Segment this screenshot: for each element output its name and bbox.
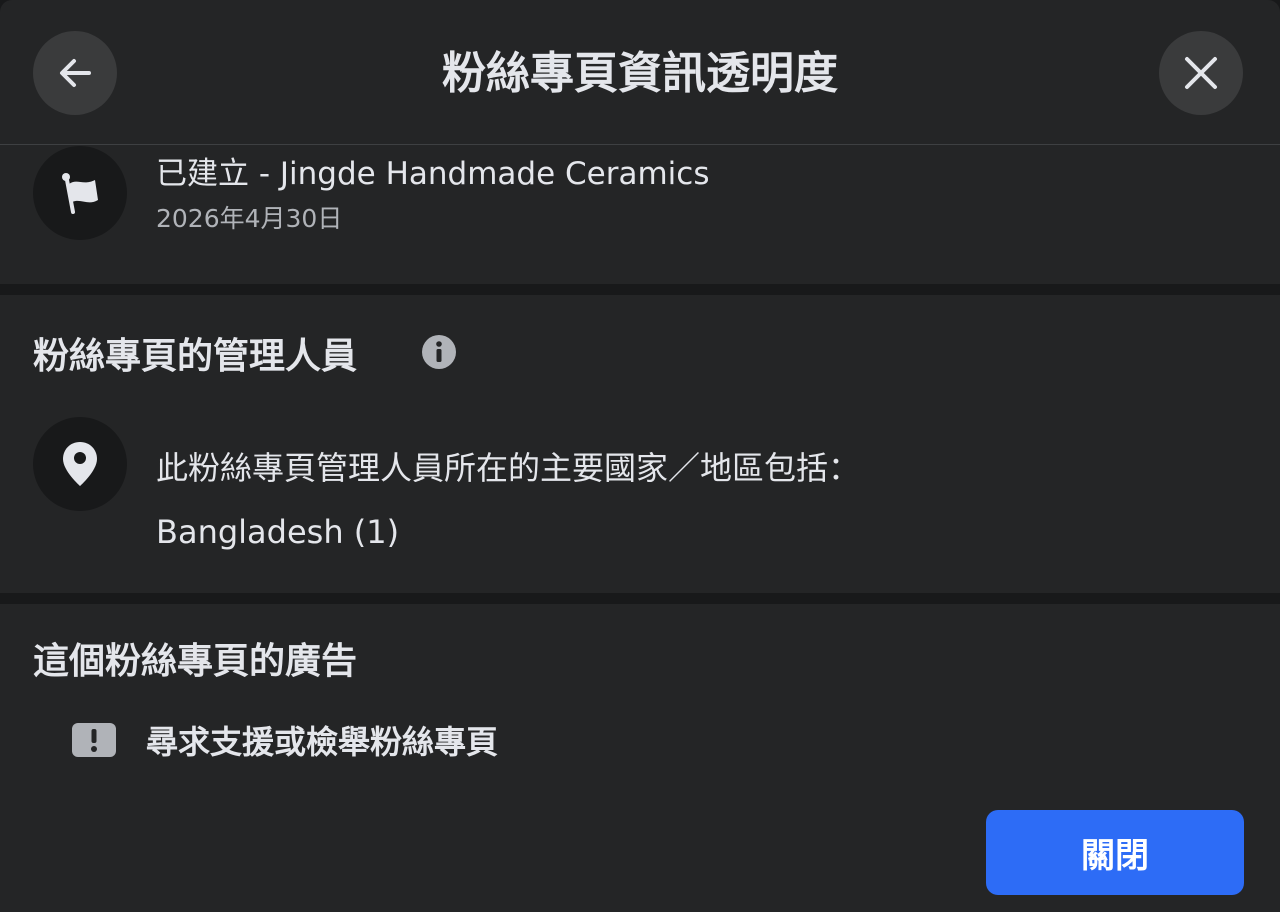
admins-heading: 粉絲專頁的管理人員	[33, 336, 358, 377]
location-pin-icon	[63, 442, 97, 486]
arrow-left-icon	[60, 59, 91, 87]
close-button[interactable]	[1159, 31, 1243, 115]
admins-description: 此粉絲專頁管理人員所在的主要國家／地區包括：	[156, 449, 861, 487]
flag-icon-circle	[33, 146, 127, 240]
section-divider	[0, 284, 1280, 295]
page-transparency-dialog: 粉絲專頁資訊透明度 已建立 - Jingde Handmade Ceramics…	[0, 0, 1280, 912]
ads-heading: 這個粉絲專頁的廣告	[33, 641, 358, 682]
section-divider	[0, 593, 1280, 604]
flag-icon	[62, 173, 98, 214]
location-icon-circle	[33, 417, 127, 511]
admins-country: Bangladesh (1)	[156, 513, 400, 551]
exclamation-icon	[72, 723, 116, 757]
close-icon	[1185, 57, 1217, 89]
info-icon[interactable]	[421, 334, 457, 370]
dialog-header: 粉絲專頁資訊透明度	[0, 0, 1280, 145]
created-title: 已建立 - Jingde Handmade Ceramics	[156, 156, 710, 192]
back-button[interactable]	[33, 31, 117, 115]
created-date: 2026年4月30日	[156, 204, 343, 233]
close-dialog-button[interactable]: 關閉	[986, 810, 1244, 895]
report-label: 尋求支援或檢舉粉絲專頁	[146, 723, 499, 761]
created-section: 已建立 - Jingde Handmade Ceramics 2026年4月30…	[0, 146, 1280, 284]
report-page-link[interactable]: 尋求支援或檢舉粉絲專頁	[60, 712, 580, 768]
dialog-title: 粉絲專頁資訊透明度	[442, 48, 838, 99]
